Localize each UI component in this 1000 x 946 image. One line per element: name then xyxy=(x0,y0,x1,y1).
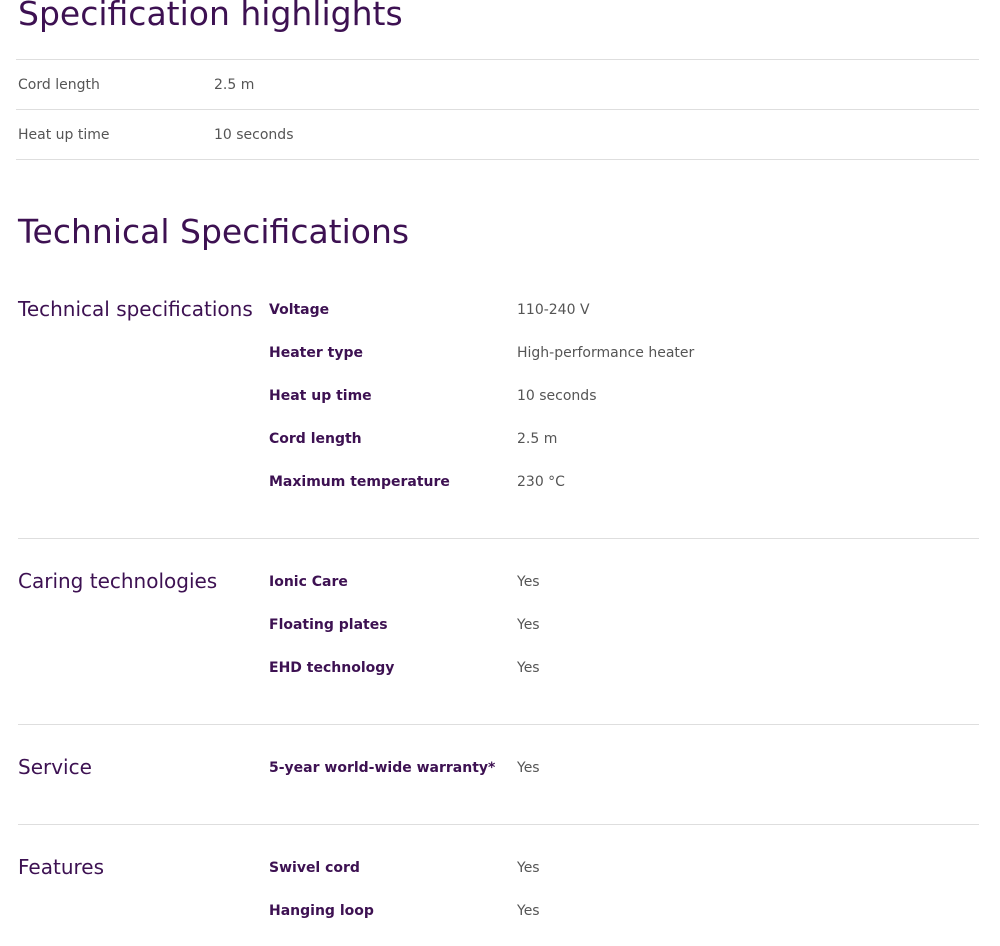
highlights-table: Cord length 2.5 m Heat up time 10 second… xyxy=(16,59,979,160)
spec-label: Heat up time xyxy=(269,388,372,404)
spec-value: 230 °C xyxy=(517,474,565,490)
spec-row: EHD technology Yes xyxy=(18,658,979,678)
spec-label: Swivel cord xyxy=(269,860,360,876)
highlight-row-cord-length: Cord length 2.5 m xyxy=(16,60,979,110)
spec-label: Heater type xyxy=(269,345,363,361)
spec-row: Heater type High-performance heater xyxy=(18,343,979,363)
spec-value: Yes xyxy=(517,574,540,590)
spec-row: Floating plates Yes xyxy=(18,615,979,635)
spec-group-caring: Caring technologies Ionic Care Yes Float… xyxy=(18,538,979,725)
spec-value: Yes xyxy=(517,617,540,633)
spec-row: 5-year world-wide warranty* Yes xyxy=(18,758,979,778)
spec-row: Voltage 110-240 V xyxy=(18,300,979,320)
spec-value: 2.5 m xyxy=(517,431,558,447)
spec-label: Maximum temperature xyxy=(269,474,450,490)
highlights-title: Specification highlights xyxy=(18,0,403,33)
spec-value: Yes xyxy=(517,660,540,676)
spec-value: Yes xyxy=(517,903,540,919)
spec-value: 110-240 V xyxy=(517,302,590,318)
spec-label: Ionic Care xyxy=(269,574,348,590)
spec-value: 10 seconds xyxy=(517,388,597,404)
spec-value: Yes xyxy=(517,860,540,876)
highlight-label: Heat up time xyxy=(18,127,110,143)
spec-group-features: Features Swivel cord Yes Hanging loop Ye… xyxy=(18,824,979,946)
highlight-row-heat-up-time: Heat up time 10 seconds xyxy=(16,110,979,160)
spec-row: Swivel cord Yes xyxy=(18,858,979,878)
spec-group-technical: Technical specifications Voltage 110-240… xyxy=(18,296,979,538)
spec-label: Hanging loop xyxy=(269,903,374,919)
spec-label: EHD technology xyxy=(269,660,395,676)
spec-row: Hanging loop Yes xyxy=(18,901,979,921)
spec-label: 5-year world-wide warranty* xyxy=(269,760,496,776)
spec-label: Floating plates xyxy=(269,617,388,633)
highlight-value: 2.5 m xyxy=(214,77,255,93)
spec-label: Voltage xyxy=(269,302,330,318)
spec-row: Ionic Care Yes xyxy=(18,572,979,592)
technical-specifications-title: Technical Specifications xyxy=(18,212,410,251)
highlight-label: Cord length xyxy=(18,77,100,93)
spec-row: Cord length 2.5 m xyxy=(18,429,979,449)
highlight-value: 10 seconds xyxy=(214,127,294,143)
spec-row: Maximum temperature 230 °C xyxy=(18,472,979,492)
spec-label: Cord length xyxy=(269,431,362,447)
spec-row: Heat up time 10 seconds xyxy=(18,386,979,406)
spec-value: Yes xyxy=(517,760,540,776)
spec-group-service: Service 5-year world-wide warranty* Yes xyxy=(18,724,979,825)
spec-page: Specification highlights Cord length 2.5… xyxy=(0,0,1000,946)
spec-value: High-performance heater xyxy=(517,345,695,361)
